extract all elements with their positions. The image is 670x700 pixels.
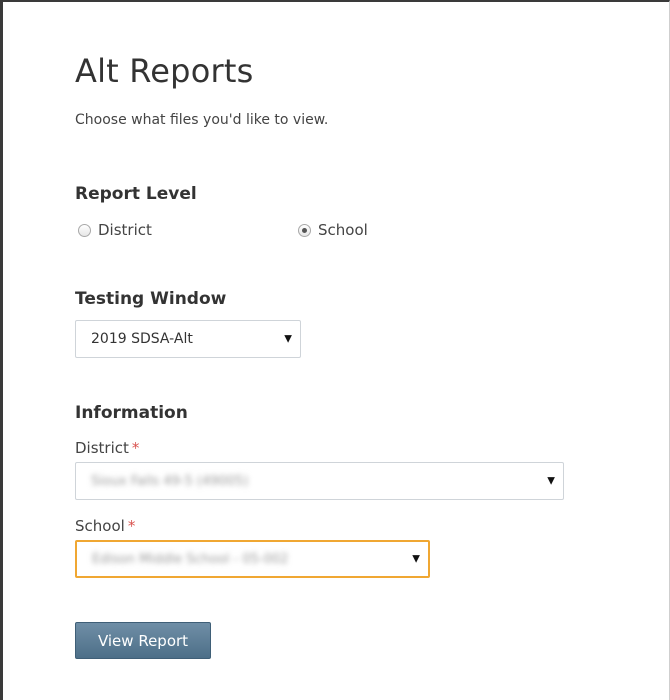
testing-window-select[interactable]: 2019 SDSA-Alt ▼ — [75, 320, 301, 358]
radio-school-label: School — [318, 221, 368, 239]
required-marker: * — [131, 439, 140, 457]
district-select[interactable]: Sioux Falls 49-5 (49005) ▼ — [75, 462, 564, 500]
required-marker: * — [127, 517, 136, 535]
caret-down-icon: ▼ — [284, 333, 292, 345]
testing-window-value: 2019 SDSA-Alt — [91, 331, 193, 347]
caret-down-icon: ▼ — [412, 553, 420, 565]
radio-school[interactable]: School — [298, 221, 368, 239]
information-heading: Information — [75, 403, 188, 423]
caret-down-icon: ▼ — [547, 475, 555, 487]
district-label: District * — [75, 439, 139, 457]
report-level-heading: Report Level — [75, 184, 197, 204]
radio-district-label: District — [98, 221, 152, 239]
testing-window-heading: Testing Window — [75, 289, 227, 309]
page-frame: Alt Reports Choose what files you'd like… — [0, 0, 670, 700]
page-subtitle: Choose what files you'd like to view. — [75, 112, 329, 128]
school-select[interactable]: Edison Middle School - 05-002 ▼ — [75, 540, 430, 578]
district-value: Sioux Falls 49-5 (49005) — [91, 473, 249, 489]
radio-selected-dot — [302, 227, 307, 233]
radio-district-indicator[interactable] — [78, 223, 91, 237]
school-label: School * — [75, 517, 135, 535]
school-value: Edison Middle School - 05-002 — [92, 551, 289, 567]
radio-school-indicator[interactable] — [298, 223, 311, 237]
district-label-text: District — [75, 439, 129, 457]
radio-district[interactable]: District — [78, 221, 152, 239]
school-label-text: School — [75, 517, 125, 535]
page-title: Alt Reports — [75, 52, 254, 90]
view-report-button[interactable]: View Report — [75, 622, 211, 659]
